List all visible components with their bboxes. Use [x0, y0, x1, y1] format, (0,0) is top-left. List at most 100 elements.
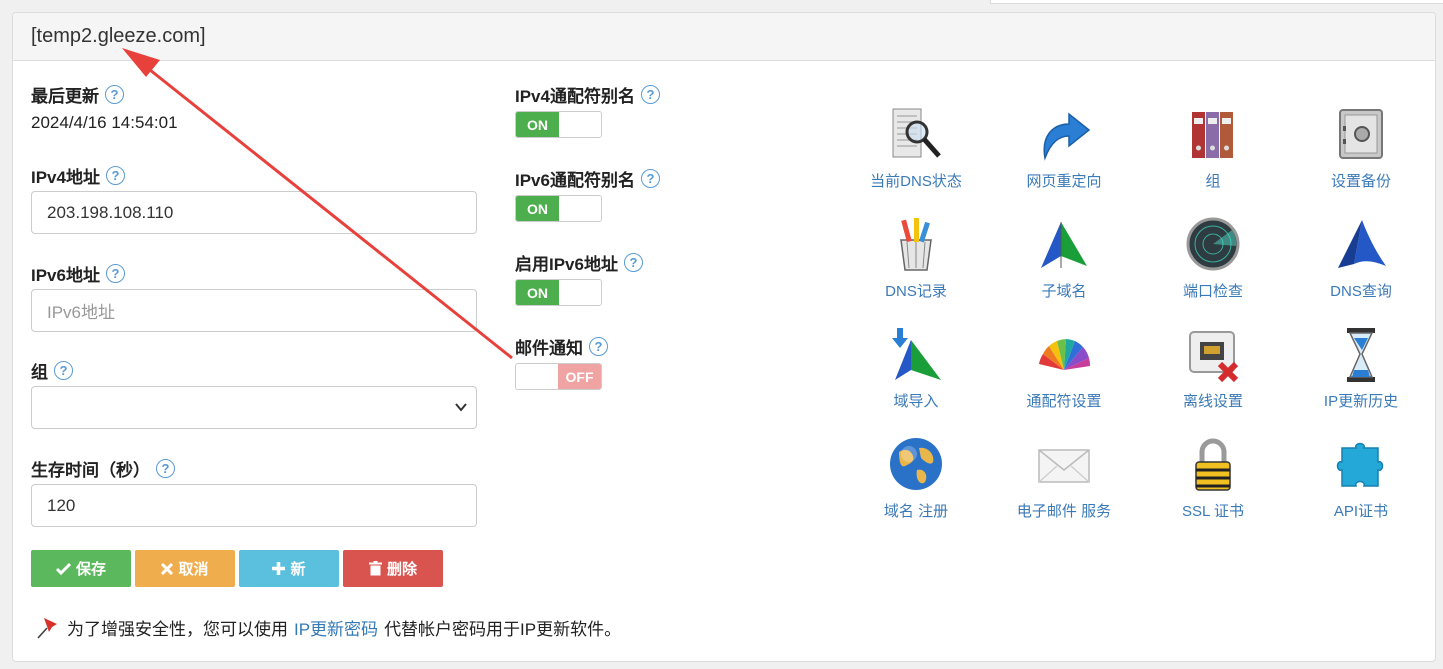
tile-ip-update-history[interactable]: IP更新历史 — [1286, 326, 1436, 426]
ipv6-label-row: IPv6地址 ? — [31, 261, 125, 286]
globe-icon — [890, 438, 942, 490]
check-icon — [55, 562, 71, 575]
group-folders-icon — [1192, 112, 1233, 158]
tile-group[interactable]: 组 — [1138, 106, 1288, 206]
ipv4-input[interactable]: 203.198.108.110 — [31, 191, 477, 234]
tile-label: 组 — [1205, 173, 1221, 190]
help-icon[interactable]: ? — [623, 253, 643, 272]
mail-notify-toggle[interactable]: OFF — [515, 363, 602, 390]
help-icon[interactable]: ? — [105, 85, 124, 104]
tile-ssl-certificate[interactable]: SSL 证书 — [1138, 436, 1288, 536]
tile-label: 设置备份 — [1330, 173, 1391, 190]
ipv4-label: IPv4地址 — [31, 168, 100, 187]
dns-records-icon — [900, 218, 932, 271]
enable-ipv6-toggle[interactable]: ON — [515, 279, 602, 306]
tile-settings-backup[interactable]: 设置备份 — [1286, 106, 1436, 206]
tile-wildcard-settings[interactable]: 通配符设置 — [989, 326, 1139, 426]
enable-ipv6-label: 启用IPv6地址 — [515, 255, 618, 274]
web-redirect-icon — [1043, 112, 1091, 161]
mail-notify-label: 邮件通知 — [515, 339, 583, 358]
dns-query-icon — [1338, 220, 1386, 268]
hourglass-icon — [1347, 328, 1375, 382]
tile-domain-import[interactable]: 域导入 — [841, 326, 991, 426]
tile-label: DNS记录 — [885, 283, 947, 300]
help-icon[interactable]: ? — [54, 361, 73, 380]
tile-label: 当前DNS状态 — [870, 173, 962, 190]
mail-notify-label-row: 邮件通知 ? — [515, 334, 608, 359]
tile-label: API证书 — [1333, 503, 1389, 520]
subdomain-flag-icon — [1041, 222, 1087, 268]
tile-label: 端口检查 — [1182, 283, 1243, 300]
last-update-label-row: 最后更新 ? — [31, 82, 124, 107]
tile-label: SSL 证书 — [1182, 503, 1244, 520]
note-text-after: 代替帐户密码用于IP更新软件。 — [384, 619, 622, 639]
help-icon[interactable]: ? — [105, 166, 125, 185]
group-label: 组 — [31, 363, 48, 382]
save-button-label: 保存 — [75, 561, 106, 578]
ipv4-label-row: IPv4地址 ? — [31, 163, 125, 188]
ipv4-wildcard-toggle[interactable]: ON — [515, 111, 602, 138]
save-button[interactable]: 保存 — [31, 550, 131, 587]
help-icon[interactable]: ? — [156, 459, 175, 478]
help-icon[interactable]: ? — [640, 169, 660, 188]
ip-update-password-link[interactable]: IP更新密码 — [294, 615, 378, 640]
puzzle-icon — [1336, 442, 1384, 487]
tile-label: 网页重定向 — [1026, 173, 1102, 190]
toggle-off-label: OFF — [558, 364, 601, 389]
ipv4-wildcard-label-row: IPv4通配符别名 ? — [515, 82, 660, 107]
action-buttons: 保存 取消 新 删除 — [31, 550, 443, 587]
offline-settings-icon — [1189, 331, 1239, 383]
ipv6-input[interactable]: IPv6地址 — [31, 289, 477, 332]
tile-label: 通配符设置 — [1026, 393, 1102, 410]
note-text-before: 为了增强安全性，您可以使用 — [67, 619, 288, 639]
toggle-on-label: ON — [516, 196, 559, 221]
tile-label: 电子邮件 服务 — [1016, 503, 1112, 520]
delete-button-label: 删除 — [386, 561, 417, 578]
top-strip — [990, 0, 1443, 4]
tile-subdomain[interactable]: 子域名 — [989, 216, 1139, 316]
tile-offline-settings[interactable]: 离线设置 — [1138, 326, 1288, 426]
group-select[interactable] — [31, 386, 477, 429]
security-note: 为了增强安全性，您可以使用 IP更新密码 代替帐户密码用于IP更新软件。 — [35, 614, 621, 640]
tile-label: 域名 注册 — [883, 503, 949, 520]
tile-api-certificate[interactable]: API证书 — [1286, 436, 1436, 536]
enable-ipv6-label-row: 启用IPv6地址 ? — [515, 250, 643, 275]
pushpin-icon — [37, 618, 57, 639]
tile-domain-registration[interactable]: 域名 注册 — [841, 436, 991, 536]
dns-status-icon — [892, 108, 941, 158]
trash-icon — [368, 561, 382, 576]
tile-label: DNS查询 — [1330, 283, 1392, 300]
tile-label: IP更新历史 — [1323, 393, 1399, 410]
tile-label: 域导入 — [893, 393, 939, 410]
cancel-button[interactable]: 取消 — [135, 550, 235, 587]
ipv4-wildcard-label: IPv4通配符别名 — [515, 87, 635, 106]
tile-dns-query[interactable]: DNS查询 — [1286, 216, 1436, 316]
help-icon[interactable]: ? — [105, 264, 125, 283]
help-icon[interactable]: ? — [640, 85, 660, 104]
new-button[interactable]: 新 — [239, 550, 339, 587]
tile-dns-records[interactable]: DNS记录 — [841, 216, 991, 316]
ipv6-label: IPv6地址 — [31, 266, 100, 285]
ipv6-wildcard-toggle[interactable]: ON — [515, 195, 602, 222]
ttl-label-row: 生存时间（秒） ? — [31, 456, 175, 481]
panel-title: [temp2.gleeze.com] — [13, 13, 1435, 61]
wildcard-color-fan-icon — [1039, 339, 1091, 370]
envelope-icon — [1038, 449, 1090, 483]
tile-dns-status[interactable]: 当前DNS状态 — [841, 106, 991, 206]
new-button-label: 新 — [290, 561, 306, 578]
chevron-down-icon — [455, 403, 467, 412]
tile-web-redirect[interactable]: 网页重定向 — [989, 106, 1139, 206]
domain-import-icon — [892, 328, 941, 380]
help-icon[interactable]: ? — [589, 337, 608, 356]
tile-port-check[interactable]: 端口检查 — [1138, 216, 1288, 316]
ttl-input[interactable]: 120 — [31, 484, 477, 527]
tile-email-service[interactable]: 电子邮件 服务 — [989, 436, 1139, 536]
cancel-button-label: 取消 — [178, 561, 209, 578]
tile-label: 子域名 — [1041, 283, 1087, 300]
ipv6-wildcard-label: IPv6通配符别名 — [515, 171, 635, 190]
close-icon — [161, 562, 174, 575]
plus-icon — [272, 562, 286, 575]
delete-button[interactable]: 删除 — [343, 550, 443, 587]
tile-label: 离线设置 — [1182, 393, 1243, 410]
last-update-label: 最后更新 — [31, 87, 99, 106]
